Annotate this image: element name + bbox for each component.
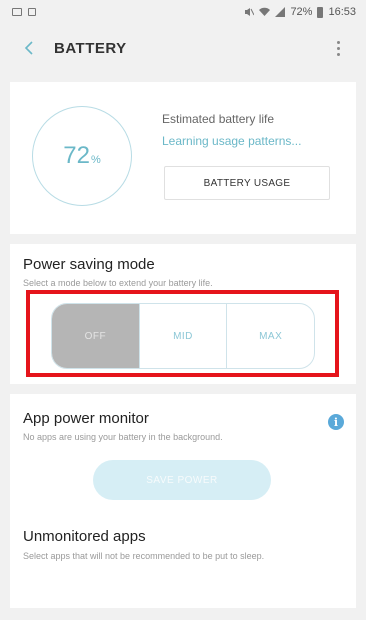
estimated-life-value: Learning usage patterns... xyxy=(162,134,302,148)
battery-usage-button[interactable]: BATTERY USAGE xyxy=(164,166,330,200)
status-right-icons: 72% 16:53 xyxy=(244,6,356,18)
battery-level: 72 xyxy=(63,142,90,169)
back-button[interactable] xyxy=(18,37,40,59)
estimated-life-label: Estimated battery life xyxy=(162,112,275,126)
mute-icon xyxy=(245,8,255,16)
page-title: BATTERY xyxy=(54,39,127,57)
highlight-box xyxy=(26,290,339,377)
app-bar: BATTERY xyxy=(0,24,366,72)
unmonitored-apps-subtitle: Select apps that will not be recommended… xyxy=(23,551,265,561)
status-time: 16:53 xyxy=(328,6,356,18)
more-options-button[interactable] xyxy=(328,36,348,60)
battery-gauge: 72% xyxy=(32,106,132,206)
gallery-icon xyxy=(12,8,22,16)
power-saving-title: Power saving mode xyxy=(23,256,155,273)
save-power-button[interactable]: SAVE POWER xyxy=(93,460,271,500)
app-power-monitor-title[interactable]: App power monitor xyxy=(23,410,149,427)
app-power-monitor-card: App power monitor No apps are using your… xyxy=(10,394,356,608)
dot-icon xyxy=(336,52,340,56)
info-icon[interactable]: i xyxy=(328,414,344,430)
chevron-left-icon xyxy=(24,41,33,55)
dot-icon xyxy=(336,40,340,44)
status-left-icons xyxy=(12,8,36,16)
sim-icon xyxy=(28,8,36,16)
status-bar: 72% 16:53 xyxy=(0,0,366,24)
battery-icon xyxy=(317,6,324,18)
wifi-icon xyxy=(259,7,271,16)
battery-percent: 72% xyxy=(290,6,313,18)
dot-icon xyxy=(336,46,340,50)
signal-icon xyxy=(275,7,286,17)
unmonitored-apps-title[interactable]: Unmonitored apps xyxy=(23,528,146,545)
battery-card: 72% Estimated battery life Learning usag… xyxy=(10,82,356,234)
app-power-monitor-subtitle: No apps are using your battery in the ba… xyxy=(23,432,223,442)
power-saving-subtitle: Select a mode below to extend your batte… xyxy=(23,278,213,288)
battery-level-unit: % xyxy=(90,154,101,166)
